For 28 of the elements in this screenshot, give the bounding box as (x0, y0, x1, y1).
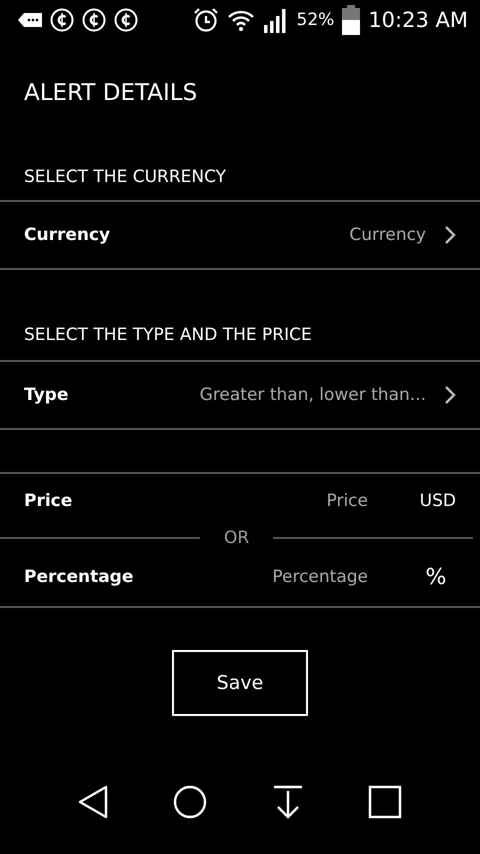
alarm-icon (192, 7, 219, 33)
coin-icon (50, 8, 74, 32)
page-title: ALERT DETAILS (23, 79, 198, 108)
recents-icon[interactable] (368, 785, 402, 819)
clock-time: 10:23 AM (368, 8, 468, 32)
chevron-right-icon (444, 225, 456, 245)
wifi-icon (226, 9, 255, 31)
price-field[interactable]: Price (72, 491, 416, 511)
or-separator: OR (224, 528, 250, 548)
price-label: Price (24, 491, 72, 511)
percentage-label: Percentage (24, 567, 134, 587)
currency-selector[interactable]: Currency Currency (0, 202, 480, 268)
notification-icon (18, 13, 42, 27)
back-icon[interactable] (78, 785, 108, 819)
battery-icon (342, 5, 360, 35)
section-header: SELECT THE TYPE AND THE PRICE (23, 325, 313, 347)
home-icon[interactable] (173, 785, 208, 819)
section-header: SELECT THE CURRENCY (23, 167, 228, 189)
save-button[interactable]: Save (172, 650, 308, 716)
chevron-right-icon (444, 385, 456, 405)
coin-icon (82, 8, 106, 32)
percent-unit: % (424, 564, 448, 590)
battery-percentage: 52% (296, 10, 334, 30)
percentage-field[interactable]: Percentage (133, 567, 416, 587)
download-icon[interactable] (272, 785, 303, 819)
coin-icon (114, 8, 138, 32)
type-selector[interactable]: Type Greater than, lower than... (0, 362, 480, 428)
currency-unit: USD (418, 491, 456, 511)
